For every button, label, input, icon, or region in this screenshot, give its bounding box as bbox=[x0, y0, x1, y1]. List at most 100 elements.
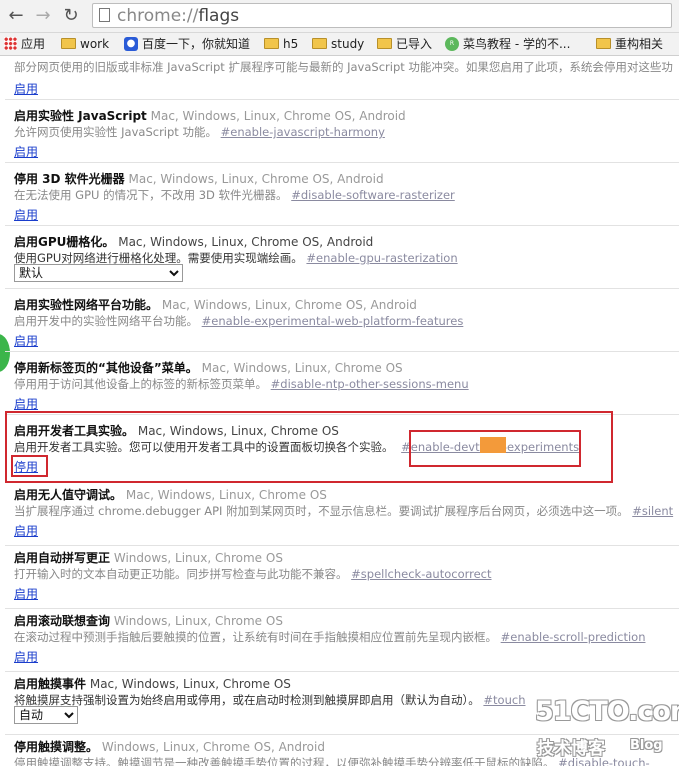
experiment-item: 启用GPU栅格化。 Mac, Windows, Linux, Chrome OS… bbox=[5, 226, 679, 289]
experiment-item: 停用触摸调整。 Windows, Linux, Chrome OS, Andro… bbox=[5, 735, 679, 766]
experiment-platforms: Windows, Linux, Chrome OS bbox=[113, 551, 283, 565]
experiment-description: 使用GPU对网络进行栅格化处理。需要使用实现端绘画。 bbox=[14, 251, 303, 265]
bookmark-label: study bbox=[331, 37, 365, 51]
bookmark-label: 已导入 bbox=[396, 37, 433, 51]
bookmarks-bar: 应用 work ● 百度一下，你就知道 h5 study 已导入 R 菜鸟教程 - … bbox=[0, 33, 679, 56]
experiment-platforms: Mac, Windows, Linux, Chrome OS bbox=[137, 424, 339, 438]
bookmark-work[interactable]: work bbox=[61, 36, 109, 52]
experiment-permalink[interactable]: #enable-javascript-harmony bbox=[221, 125, 385, 139]
bookmark-label: 百度一下，你就知道 bbox=[142, 37, 251, 51]
experiment-title: 启用无人值守调试。 bbox=[14, 488, 123, 502]
enable-link[interactable]: 启用 bbox=[14, 208, 38, 222]
experiment-title: 启用开发者工具实验。 bbox=[14, 424, 135, 438]
experiment-description: 允许网页使用实验性 JavaScript 功能。 bbox=[14, 125, 217, 139]
experiment-platforms: Windows, Linux, Chrome OS bbox=[113, 614, 283, 628]
experiment-permalink[interactable]: #spellcheck-autocorrect bbox=[351, 567, 491, 581]
enable-link[interactable]: 启用 bbox=[14, 82, 38, 96]
experiment-item: 停用新标签页的“其他设备”菜单。 Mac, Windows, Linux, Ch… bbox=[5, 352, 679, 415]
folder-icon bbox=[596, 38, 611, 49]
flags-page: 部分网页使用的旧版或非标准 JavaScript 扩展程序可能与最新的 Java… bbox=[0, 56, 679, 766]
experiment-description: 将触摸屏支持强制设置为始终启用或停用，或在启动时检测到触摸屏即启用（默认为自动）… bbox=[14, 693, 480, 707]
browser-toolbar: ← → ↻ chrome://flags bbox=[0, 0, 679, 33]
experiment-item: 停用 3D 软件光栅器 Mac, Windows, Linux, Chrome … bbox=[5, 163, 679, 226]
url-scheme: chrome:// bbox=[117, 6, 199, 26]
disable-link[interactable]: 停用 bbox=[14, 460, 38, 474]
experiment-title: 停用新标签页的“其他设备”菜单。 bbox=[14, 361, 198, 375]
highlight-mark bbox=[480, 437, 506, 453]
experiment-title: 启用自动拼写更正 bbox=[14, 551, 111, 565]
experiment-item: 启用滚动联想查询 Windows, Linux, Chrome OS 在滚动过程… bbox=[5, 609, 679, 672]
experiment-permalink[interactable]: #enable-scroll-prediction bbox=[501, 630, 646, 644]
bookmark-label: 应用 bbox=[21, 37, 46, 51]
experiment-permalink[interactable]: #enable-experimental-web-platform-featur… bbox=[202, 314, 464, 328]
experiment-permalink[interactable]: #silent bbox=[632, 504, 673, 518]
experiment-platforms: Mac, Windows, Linux, Chrome OS, Android bbox=[161, 298, 417, 312]
enable-link[interactable]: 启用 bbox=[14, 145, 38, 159]
folder-icon bbox=[264, 38, 279, 49]
experiment-permalink[interactable]: #enable-gpu-rasterization bbox=[306, 251, 457, 265]
experiment-description: 当扩展程序通过 chrome.debugger API 附加到某网页时，不显示信… bbox=[14, 504, 629, 518]
experiment-item: 启用触摸事件 Mac, Windows, Linux, Chrome OS 将触… bbox=[5, 672, 679, 735]
experiment-description: 打开输入时的文本自动更正功能。同步拼写检查与此功能不兼容。 bbox=[14, 567, 348, 581]
experiment-item: 启用实验性 JavaScript Mac, Windows, Linux, Ch… bbox=[5, 100, 679, 163]
experiment-permalink[interactable]: #touch bbox=[483, 693, 525, 707]
page-icon bbox=[99, 8, 110, 22]
enable-link[interactable]: 启用 bbox=[14, 334, 38, 348]
bookmark-runoob[interactable]: R 菜鸟教程 - 学的不... bbox=[445, 36, 570, 52]
bookmark-label: 重构相关 bbox=[615, 37, 664, 51]
bookmark-apps[interactable]: 应用 bbox=[4, 36, 45, 52]
apps-grid-icon bbox=[4, 37, 17, 50]
experiment-description: 启用开发者工具实验。您可以使用开发者工具中的设置面板切换各个实验。 bbox=[14, 440, 394, 454]
enable-link[interactable]: 启用 bbox=[14, 650, 38, 664]
experiment-description: 停用触摸调整支持。触摸调节是一种改善触摸手势位置的过程，以便弥补触摸手势分辨率低… bbox=[14, 756, 555, 766]
experiment-item: 启用无人值守调试。 Mac, Windows, Linux, Chrome OS… bbox=[5, 483, 679, 546]
experiment-platforms: Mac, Windows, Linux, Chrome OS bbox=[201, 361, 403, 375]
experiment-item: 启用实验性网络平台功能。 Mac, Windows, Linux, Chrome… bbox=[5, 289, 679, 352]
address-bar[interactable]: chrome://flags bbox=[92, 3, 672, 28]
folder-icon bbox=[61, 38, 76, 49]
baidu-paw-icon: ● bbox=[124, 36, 138, 51]
experiment-permalink[interactable]: #disable-software-rasterizer bbox=[291, 188, 455, 202]
experiment-title: 启用实验性网络平台功能。 bbox=[14, 298, 159, 312]
experiment-title: 启用滚动联想查询 bbox=[14, 614, 111, 628]
experiment-title: 启用实验性 JavaScript bbox=[14, 109, 147, 123]
address-text: chrome://flags bbox=[117, 5, 239, 27]
experiment-title: 启用GPU栅格化。 bbox=[14, 235, 115, 249]
experiment-platforms: Windows, Linux, Chrome OS, Android bbox=[101, 740, 325, 754]
experiment-description: 部分网页使用的旧版或非标准 JavaScript 扩展程序可能与最新的 Java… bbox=[14, 60, 673, 74]
experiment-title: 启用触摸事件 bbox=[14, 677, 87, 691]
experiment-platforms: Mac, Windows, Linux, Chrome OS, Android bbox=[128, 172, 384, 186]
bookmark-baidu[interactable]: ● 百度一下，你就知道 bbox=[124, 36, 250, 52]
forward-arrow-icon[interactable]: → bbox=[33, 6, 53, 26]
experiment-permalink[interactable]: #disable-touch- bbox=[558, 756, 649, 766]
experiment-description: 在无法使用 GPU 的情况下，不改用 3D 软件光栅器。 bbox=[14, 188, 288, 202]
bookmark-label: work bbox=[80, 37, 110, 51]
enable-link[interactable]: 启用 bbox=[14, 397, 38, 411]
experiment-title: 停用 3D 软件光栅器 bbox=[14, 172, 125, 186]
touch-events-select[interactable]: 自动 bbox=[14, 706, 78, 724]
experiment-platforms: Mac, Windows, Linux, Chrome OS, Android bbox=[118, 235, 374, 249]
enable-link[interactable]: 启用 bbox=[14, 587, 38, 601]
bookmark-label: 菜鸟教程 - 学的不... bbox=[463, 37, 571, 51]
experiment-description: 启用开发中的实验性网络平台功能。 bbox=[14, 314, 198, 328]
reload-icon[interactable]: ↻ bbox=[61, 6, 81, 26]
bookmark-study[interactable]: study bbox=[312, 36, 364, 52]
experiment-item: 启用自动拼写更正 Windows, Linux, Chrome OS 打开输入时… bbox=[5, 546, 679, 609]
bookmark-h5[interactable]: h5 bbox=[264, 36, 298, 52]
bookmark-imported[interactable]: 已导入 bbox=[377, 36, 432, 52]
experiment-platforms: Mac, Windows, Linux, Chrome OS, Android bbox=[150, 109, 406, 123]
enable-link[interactable]: 启用 bbox=[14, 524, 38, 538]
experiment-item: 部分网页使用的旧版或非标准 JavaScript 扩展程序可能与最新的 Java… bbox=[5, 56, 679, 100]
experiment-description: 在滚动过程中预测手指触后要触摸的位置，让系统有时间在手指触摸相应位置前先呈现内嵌… bbox=[14, 630, 497, 644]
back-arrow-icon[interactable]: ← bbox=[6, 6, 26, 26]
experiment-permalink[interactable]: #disable-ntp-other-sessions-menu bbox=[271, 377, 469, 391]
experiment-title: 停用触摸调整。 bbox=[14, 740, 99, 754]
experiment-description: 停用用于访问其他设备上的标签的新标签页菜单。 bbox=[14, 377, 267, 391]
folder-icon bbox=[312, 38, 327, 49]
folder-icon bbox=[377, 38, 392, 49]
bookmark-refactor[interactable]: 重构相关 bbox=[596, 36, 663, 52]
runoob-icon: R bbox=[445, 36, 459, 51]
url-path: flags bbox=[198, 6, 240, 26]
experiment-item-devtools: 启用开发者工具实验。 Mac, Windows, Linux, Chrome O… bbox=[5, 415, 679, 483]
gpu-rasterization-select[interactable]: 默认 bbox=[14, 264, 183, 282]
